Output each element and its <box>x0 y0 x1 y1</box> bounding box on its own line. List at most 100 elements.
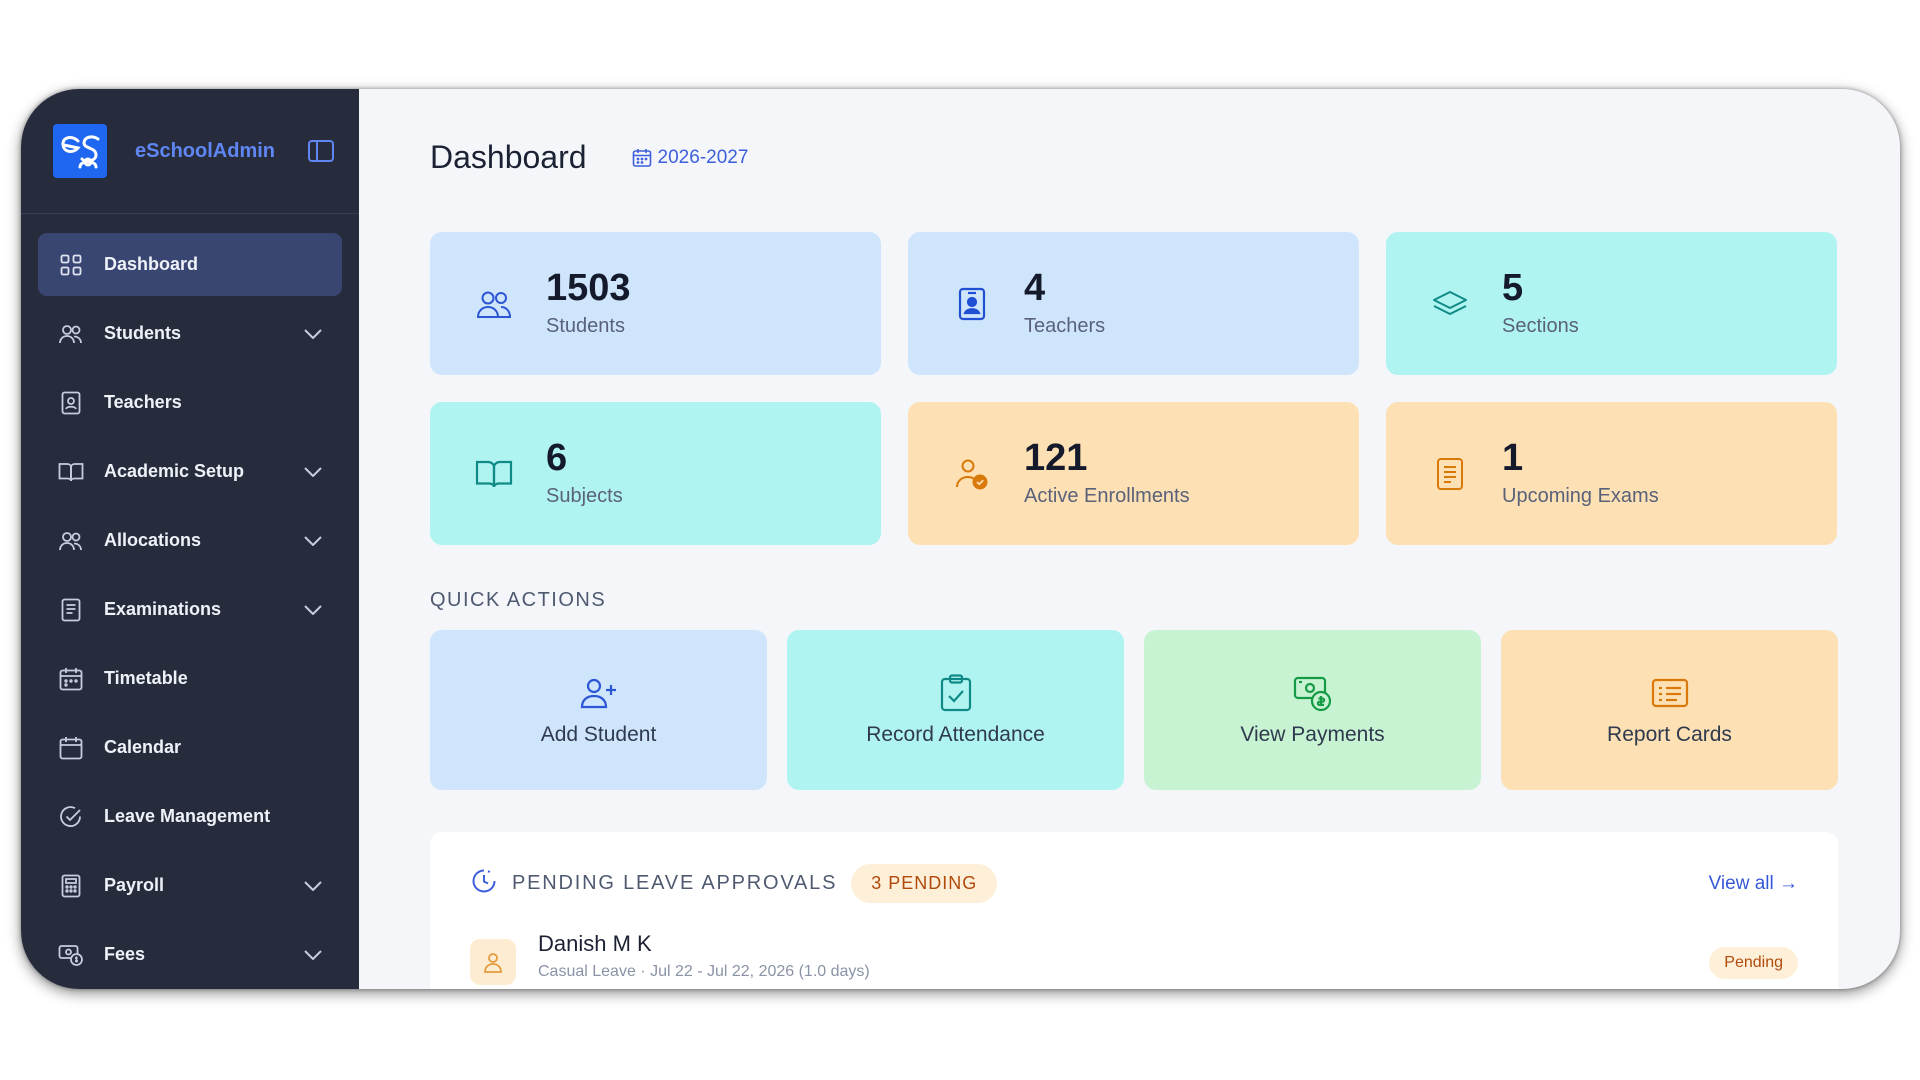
stat-label: Active Enrollments <box>1024 485 1190 507</box>
sidebar-item-label: Allocations <box>104 530 202 550</box>
stat-card-teachers[interactable]: 4 Teachers <box>908 232 1359 375</box>
stats-grid: 1503 Students 4 Teachers 5 Sections 6 Su… <box>430 232 1838 545</box>
sidebar-item-teachers[interactable]: Teachers <box>38 371 342 434</box>
sidebar-item-label: Calendar <box>104 737 182 757</box>
stat-value: 1503 <box>546 267 631 309</box>
sidebar-item-label: Leave Management <box>104 806 271 826</box>
sidebar-nav: Dashboard Students Teachers Academic Set… <box>21 214 359 986</box>
calendar-icon <box>58 735 84 761</box>
stat-value: 121 <box>1024 437 1088 479</box>
action-label: View Payments <box>1240 723 1385 746</box>
stat-value: 1 <box>1502 437 1524 479</box>
app-name: eSchoolAdmin <box>135 139 276 162</box>
sidebar-item-label: Teachers <box>104 392 182 412</box>
chevron-down-icon[interactable] <box>302 599 324 621</box>
sidebar-item-payroll[interactable]: Payroll <box>38 854 342 917</box>
sidebar: eSchoolAdmin Dashboard Students Teachers… <box>21 89 359 989</box>
sidebar-item-leave-management[interactable]: Leave Management <box>38 785 342 848</box>
stat-card-active-enrollments[interactable]: 121 Active Enrollments <box>908 402 1359 545</box>
calendar-icon <box>632 148 651 167</box>
leave-info: Danish M K Casual Leave · Jul 22 - Jul 2… <box>538 931 870 981</box>
money-icon <box>1293 673 1333 713</box>
view-all-link[interactable]: View all → <box>1709 873 1798 895</box>
main-content: Dashboard 2026-2027 1503 Students 4 Teac… <box>359 89 1900 989</box>
academic-year-label: 2026-2027 <box>657 146 749 168</box>
panel-header: PENDING LEAVE APPROVALS 3 PENDING View a… <box>470 864 1798 903</box>
document-icon <box>1430 454 1470 494</box>
chevron-down-icon[interactable] <box>302 875 324 897</box>
list-card-icon <box>1650 673 1690 713</box>
sidebar-item-fees[interactable]: Fees <box>38 923 342 986</box>
chevron-down-icon[interactable] <box>302 944 324 966</box>
requester-name: Danish M K <box>538 931 652 956</box>
stat-card-subjects[interactable]: 6 Subjects <box>430 402 881 545</box>
sidebar-item-timetable[interactable]: Timetable <box>38 647 342 710</box>
quick-actions: Add Student Record Attendance View Payme… <box>430 630 1838 790</box>
money-icon <box>58 942 84 968</box>
panel-title: PENDING LEAVE APPROVALS <box>512 872 838 894</box>
user-plus-icon <box>579 673 619 713</box>
sidebar-item-academic-setup[interactable]: Academic Setup <box>38 440 342 503</box>
view-payments-button[interactable]: View Payments <box>1144 630 1481 790</box>
sidebar-item-students[interactable]: Students <box>38 302 342 365</box>
sidebar-item-label: Dashboard <box>104 254 199 274</box>
action-label: Record Attendance <box>866 723 1045 746</box>
id-badge-icon <box>58 390 84 416</box>
quick-actions-title: QUICK ACTIONS <box>430 589 607 611</box>
clock-icon <box>470 867 498 900</box>
stat-label: Students <box>546 315 625 337</box>
calculator-icon <box>58 873 84 899</box>
chevron-down-icon[interactable] <box>302 461 324 483</box>
record-attendance-button[interactable]: Record Attendance <box>787 630 1124 790</box>
document-icon <box>58 597 84 623</box>
book-open-icon <box>58 459 84 485</box>
action-label: Report Cards <box>1607 723 1732 746</box>
stat-card-upcoming-exams[interactable]: 1 Upcoming Exams <box>1386 402 1837 545</box>
stat-value: 4 <box>1024 267 1046 309</box>
action-label: Add Student <box>540 723 657 746</box>
page-title: Dashboard <box>430 139 587 175</box>
pending-leave-panel: PENDING LEAVE APPROVALS 3 PENDING View a… <box>430 832 1838 989</box>
sidebar-header: eSchoolAdmin <box>21 89 359 214</box>
stat-label: Teachers <box>1024 315 1106 337</box>
book-open-icon <box>474 454 514 494</box>
users-icon <box>474 284 514 324</box>
chevron-down-icon[interactable] <box>302 323 324 345</box>
id-badge-icon <box>952 284 992 324</box>
layers-icon <box>1430 284 1470 324</box>
calendar-grid-icon <box>58 666 84 692</box>
stat-label: Subjects <box>546 485 623 507</box>
stat-card-students[interactable]: 1503 Students <box>430 232 881 375</box>
sidebar-item-label: Academic Setup <box>104 461 245 481</box>
academic-year-selector[interactable]: 2026-2027 <box>632 146 749 169</box>
sidebar-item-examinations[interactable]: Examinations <box>38 578 342 641</box>
stat-label: Sections <box>1502 315 1579 337</box>
list-item[interactable]: Danish M K Casual Leave · Jul 22 - Jul 2… <box>470 931 1798 985</box>
report-cards-button[interactable]: Report Cards <box>1501 630 1838 790</box>
grid-icon <box>58 252 84 278</box>
sidebar-item-label: Students <box>104 323 182 343</box>
add-student-button[interactable]: Add Student <box>430 630 767 790</box>
sidebar-item-label: Timetable <box>104 668 188 688</box>
stat-value: 5 <box>1502 267 1524 309</box>
sidebar-item-calendar[interactable]: Calendar <box>38 716 342 779</box>
chevron-down-icon[interactable] <box>302 530 324 552</box>
pending-count-badge: 3 PENDING <box>851 864 998 903</box>
avatar <box>470 939 516 985</box>
page-header: Dashboard 2026-2027 <box>430 89 1838 214</box>
sidebar-item-label: Fees <box>104 944 146 964</box>
users-icon <box>58 321 84 347</box>
sidebar-item-label: Payroll <box>104 875 165 895</box>
sidebar-item-dashboard[interactable]: Dashboard <box>38 233 342 296</box>
users-icon <box>58 528 84 554</box>
leave-detail: Casual Leave · Jul 22 - Jul 22, 2026 (1.… <box>538 963 870 980</box>
app-logo[interactable] <box>53 124 107 178</box>
stat-value: 6 <box>546 437 568 479</box>
sidebar-item-allocations[interactable]: Allocations <box>38 509 342 572</box>
app-window: eSchoolAdmin Dashboard Students Teachers… <box>21 89 1900 989</box>
sidebar-item-label: Examinations <box>104 599 222 619</box>
stat-label: Upcoming Exams <box>1502 485 1659 507</box>
sidebar-toggle-icon[interactable] <box>307 139 335 163</box>
stat-card-sections[interactable]: 5 Sections <box>1386 232 1837 375</box>
check-circle-icon <box>58 804 84 830</box>
